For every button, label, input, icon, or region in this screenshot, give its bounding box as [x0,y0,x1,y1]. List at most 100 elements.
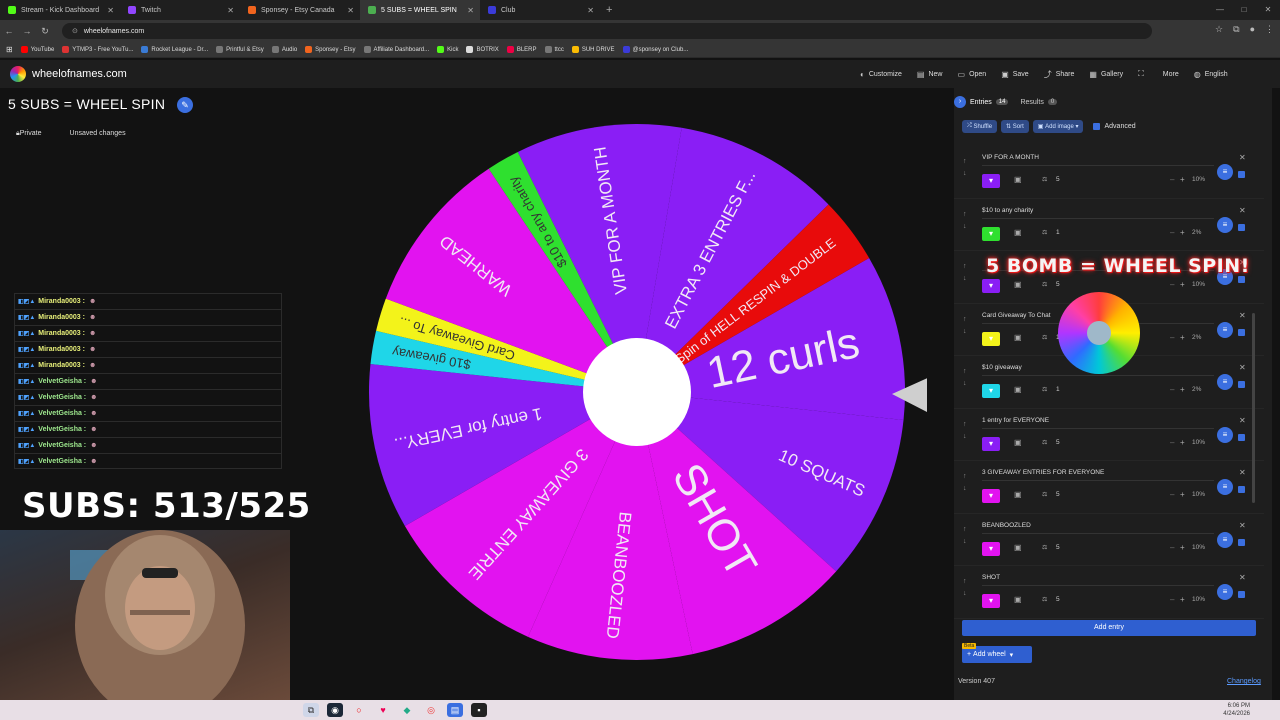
increase-weight-button[interactable]: + [1180,333,1185,342]
decrease-weight-button[interactable]: – [1170,228,1174,237]
bookmark-item[interactable]: YTMP3 - Free YouTu... [62,46,133,53]
entry-menu-icon[interactable]: ≡ [1217,584,1233,600]
reorder-arrows-icon[interactable]: ↑ ↓ [963,576,967,600]
site-info-icon[interactable]: ⊙ [72,27,78,35]
menu-gallery[interactable]: ▦ Gallery [1089,70,1123,79]
entry-name-input[interactable]: VIP FOR A MONTH [982,152,1214,166]
page-title[interactable]: 5 SUBS = WHEEL SPIN [8,96,165,112]
bookmark-item[interactable]: BOTRIX [466,46,499,53]
menu-globe[interactable]: ◍ English [1194,70,1228,79]
remove-entry-icon[interactable]: ✕ [1239,153,1246,162]
decrease-weight-button[interactable]: – [1170,490,1174,499]
bookmark-item[interactable]: BLERP [506,46,537,53]
extensions-icon[interactable]: ⧉ [1233,24,1239,35]
entry-color-button[interactable]: ▾ [982,279,1000,293]
increase-weight-button[interactable]: + [1180,595,1185,604]
remove-entry-icon[interactable]: ✕ [1239,311,1246,320]
browser-tab[interactable]: Twitch ✕ [120,0,240,20]
entry-weight-input[interactable]: 5 [1056,439,1060,446]
menu-folder[interactable]: ▭ Open [958,70,987,79]
entry-enabled-checkbox[interactable] [1238,328,1245,336]
decrease-weight-button[interactable]: – [1170,175,1174,184]
entry-enabled-checkbox[interactable] [1238,381,1245,388]
entry-image-icon[interactable]: ▣ [1014,280,1022,289]
collapse-panel-icon[interactable]: › [954,96,966,108]
sort-button[interactable]: ⇅ Sort [1001,120,1029,133]
bookmark-item[interactable]: Kick [437,46,458,53]
taskbar-steam-icon[interactable]: ◉ [327,703,343,717]
bookmark-item[interactable]: Printful & Etsy [216,46,264,53]
taskbar-app-icon[interactable]: ♥ [375,703,391,717]
reorder-arrows-icon[interactable]: ↑ ↓ [963,209,967,233]
add-entry-button[interactable]: Add entry [962,620,1256,636]
private-badge[interactable]: 🔒︎Private [16,130,56,138]
entry-menu-icon[interactable]: ≡ [1217,321,1233,338]
browser-tab[interactable]: Stream - Kick Dashboard ✕ [0,0,120,20]
entry-color-button[interactable]: ▾ [982,541,1000,556]
minimize-icon[interactable]: — [1208,0,1232,20]
entry-name-input[interactable]: BEANBOOZLED [982,520,1214,534]
close-tab-icon[interactable]: ✕ [347,6,354,15]
bookmark-item[interactable]: Sponsey - Etsy [305,46,356,53]
entry-enabled-checkbox[interactable] [1238,223,1245,231]
browser-tab[interactable]: Club ✕ [480,0,600,20]
entry-image-icon[interactable]: ▣ [1014,595,1022,604]
browser-tab[interactable]: 5 SUBS = WHEEL SPIN ✕ [360,0,480,20]
menu-new-file[interactable]: ▤ New [917,70,943,79]
bookmark-item[interactable]: YouTube [20,46,54,53]
reorder-arrows-icon[interactable]: ↑ ↓ [963,419,967,443]
decrease-weight-button[interactable]: – [1170,385,1174,394]
reorder-arrows-icon[interactable]: ↑ ↓ [963,314,967,338]
entry-weight-input[interactable]: 5 [1056,596,1060,603]
bookmark-item[interactable]: @sponsey on Club... [622,46,688,53]
decrease-weight-button[interactable]: – [1170,280,1174,289]
entry-weight-input[interactable]: 5 [1056,544,1060,551]
entry-color-button[interactable]: ▾ [982,594,1000,608]
entry-weight-input[interactable]: 1 [1056,386,1060,393]
bookmark-item[interactable]: ttcc [544,46,564,53]
entry-image-icon[interactable]: ▣ [1014,228,1022,237]
reorder-arrows-icon[interactable]: ↑ ↓ [963,261,967,285]
increase-weight-button[interactable]: + [1180,228,1185,237]
wheel-center[interactable] [583,338,691,446]
entry-menu-icon[interactable]: ≡ [1217,531,1233,548]
profile-icon[interactable]: ● [1250,24,1255,35]
increase-weight-button[interactable]: + [1180,543,1185,552]
close-tab-icon[interactable]: ✕ [227,6,234,15]
entry-weight-input[interactable]: 5 [1056,176,1060,183]
remove-entry-icon[interactable]: ✕ [1239,416,1246,425]
bookmark-item[interactable]: Rocket League - Dr... [141,46,208,53]
increase-weight-button[interactable]: + [1180,385,1185,394]
bookmark-item[interactable]: SUH DRIVE [571,46,615,53]
entry-enabled-checkbox[interactable] [1238,591,1245,598]
entries-scrollbar[interactable] [1252,313,1255,503]
edit-title-icon[interactable]: ✎ [177,97,193,113]
taskbar-game-icon[interactable]: ◆ [399,703,415,717]
close-tab-icon[interactable]: ✕ [467,6,474,15]
entry-enabled-checkbox[interactable] [1238,538,1245,546]
entry-color-button[interactable]: ▾ [982,331,1000,346]
menu-chevron-down[interactable]: More [1163,71,1179,78]
entry-image-icon[interactable]: ▣ [1014,490,1022,499]
bookmark-star-icon[interactable]: ☆ [1215,24,1223,35]
entry-name-input[interactable]: SHOT [982,572,1214,586]
remove-entry-icon[interactable]: ✕ [1239,363,1246,372]
reload-icon[interactable]: ↻ [36,26,54,37]
back-icon[interactable]: ← [0,26,18,36]
wheel-of-names[interactable]: 12 curls10 SQUATSSHOTBEANBOOZLED3 GIVEAW… [367,122,927,682]
entry-weight-input[interactable]: 5 [1056,281,1060,288]
increase-weight-button[interactable]: + [1180,175,1185,184]
menu-fullscreen[interactable]: ⛶ [1138,69,1148,79]
shuffle-button[interactable]: ⤮ Shuffle [962,120,998,133]
entry-image-icon[interactable]: ▣ [1014,438,1022,447]
remove-entry-icon[interactable]: ✕ [1239,521,1246,530]
changelog-link[interactable]: Changelog [1227,678,1261,685]
taskbar-clock[interactable]: 6:06 PM 4/24/2026 [1223,702,1250,718]
entry-color-button[interactable]: ▾ [982,384,1000,398]
menu-palette[interactable]: ◐ Customize [860,70,902,79]
reorder-arrows-icon[interactable]: ↑ ↓ [963,524,967,548]
decrease-weight-button[interactable]: – [1170,595,1174,604]
tab-entries[interactable]: Entries 14 [970,99,1009,106]
tab-results[interactable]: Results 0 [1020,99,1058,106]
wheel-logo-icon[interactable] [10,66,26,82]
